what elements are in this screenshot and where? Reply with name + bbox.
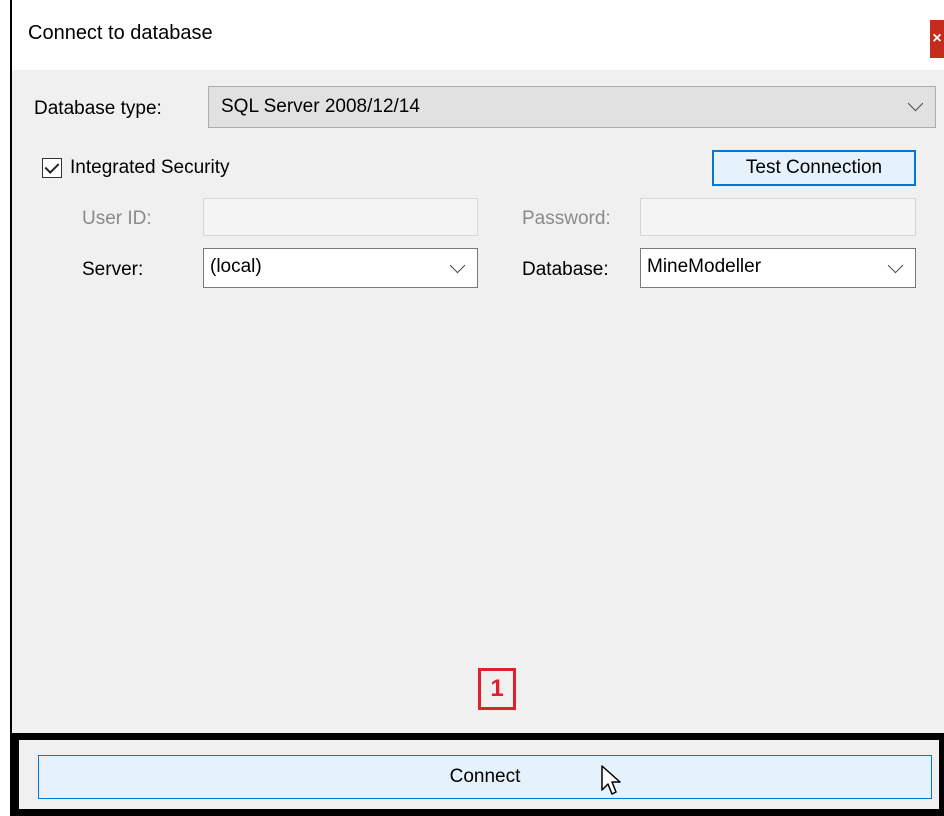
server-value: (local)	[210, 256, 262, 277]
connect-label: Connect	[449, 766, 521, 787]
server-combo[interactable]: (local)	[203, 248, 478, 288]
database-combo[interactable]: MineModeller	[640, 248, 916, 288]
close-icon: ×	[932, 30, 942, 47]
step-marker: 1	[478, 668, 516, 710]
connect-dialog: Connect to database × Database type: SQL…	[10, 0, 944, 816]
server-label: Server:	[82, 259, 144, 280]
dialog-title: Connect to database	[28, 22, 213, 44]
connect-button[interactable]: Connect	[38, 755, 932, 799]
mouse-pointer-icon	[601, 765, 621, 795]
database-value: MineModeller	[647, 256, 762, 277]
chevron-down-icon	[887, 257, 904, 274]
password-input[interactable]	[640, 198, 916, 236]
test-connection-label: Test Connection	[745, 157, 883, 178]
database-type-value: SQL Server 2008/12/14	[221, 96, 420, 117]
integrated-security-label[interactable]: Integrated Security	[70, 157, 229, 179]
chevron-down-icon	[449, 257, 466, 274]
step-number: 1	[490, 675, 504, 702]
user-id-label: User ID:	[82, 208, 152, 229]
test-connection-button[interactable]: Test Connection	[712, 150, 916, 186]
title-bar: Connect to database ×	[12, 0, 944, 70]
chevron-down-icon	[907, 95, 924, 112]
password-label: Password:	[522, 208, 611, 229]
database-type-select[interactable]: SQL Server 2008/12/14	[208, 86, 936, 128]
close-button[interactable]: ×	[930, 20, 944, 58]
database-label: Database:	[522, 259, 609, 280]
integrated-security-checkbox[interactable]	[42, 158, 62, 178]
database-type-label: Database type:	[34, 98, 162, 119]
user-id-input[interactable]	[203, 198, 478, 236]
